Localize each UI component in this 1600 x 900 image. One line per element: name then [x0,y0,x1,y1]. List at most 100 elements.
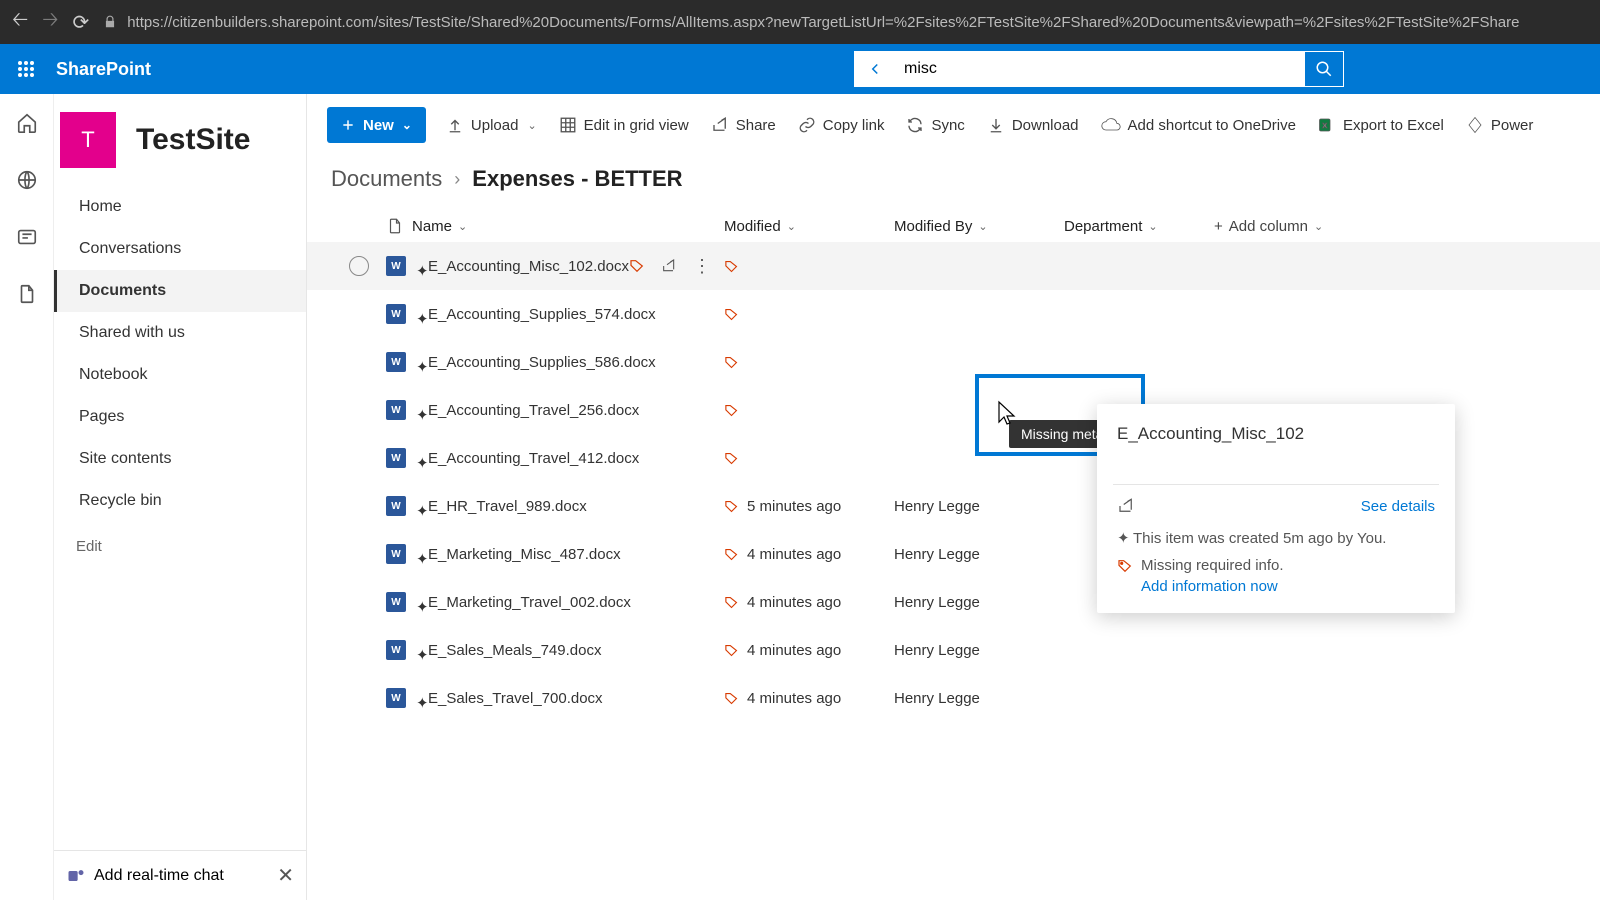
card-title: E_Accounting_Misc_102 [1117,424,1435,444]
file-name[interactable]: E_Accounting_Travel_412.docx [428,450,639,467]
close-icon[interactable]: ✕ [277,863,294,888]
modified-cell: 4 minutes ago [747,642,841,659]
nav-edit[interactable]: Edit [54,526,306,567]
site-title[interactable]: TestSite [136,123,250,157]
column-modified[interactable]: Modified⌄ [724,218,894,235]
onedrive-shortcut-button[interactable]: Add shortcut to OneDrive [1099,111,1298,140]
file-name[interactable]: E_Marketing_Travel_002.docx [428,594,631,611]
download-icon [987,116,1005,134]
modified-by-cell: Henry Legge [894,690,1064,707]
word-doc-icon: W [386,544,406,564]
new-indicator-icon: ✦ [416,646,424,654]
news-icon[interactable] [16,226,38,253]
search-back-icon[interactable] [854,51,894,87]
chat-prompt[interactable]: Add real-time chat ✕ [54,850,306,900]
more-icon[interactable]: ⋮ [693,256,713,277]
files-icon[interactable] [16,283,38,310]
left-sidebar: T TestSite Home Conversations Documents … [54,94,307,900]
app-launcher-icon[interactable] [6,49,46,89]
see-details-link[interactable]: See details [1361,498,1435,515]
column-department[interactable]: Department⌄ [1064,218,1214,235]
word-doc-icon: W [386,640,406,660]
nav-notebook[interactable]: Notebook [54,354,306,396]
nav-recycle-bin[interactable]: Recycle bin [54,480,306,522]
file-name[interactable]: E_Sales_Travel_700.docx [428,690,603,707]
search-input[interactable] [894,51,1304,87]
word-doc-icon: W [386,400,406,420]
file-icon [386,216,404,236]
nav-site-contents[interactable]: Site contents [54,438,306,480]
nav-reload-icon[interactable]: ⟳ [72,10,89,35]
new-button[interactable]: New⌄ [327,107,426,143]
link-icon [798,116,816,134]
select-circle[interactable] [349,256,369,276]
column-headers: Name⌄ Modified⌄ Modified By⌄ Department⌄… [307,198,1600,242]
main-content: New⌄ Upload⌄ Edit in grid view Share Cop… [307,94,1600,900]
lock-icon [103,15,117,29]
sync-button[interactable]: Sync [904,110,966,140]
export-excel-button[interactable]: XExport to Excel [1316,110,1446,140]
table-row[interactable]: W✦E_Sales_Meals_749.docx4 minutes agoHen… [307,626,1600,674]
plus-icon [341,118,355,132]
site-header: T TestSite [54,94,306,178]
modified-by-cell: Henry Legge [894,498,1064,515]
nav-forward-icon[interactable]: 🡢 [42,5,58,39]
tag-warning-icon[interactable] [629,258,645,274]
breadcrumb-root[interactable]: Documents [331,166,442,192]
upload-button[interactable]: Upload⌄ [444,110,539,140]
file-name[interactable]: E_Accounting_Supplies_574.docx [428,306,656,323]
chevron-down-icon: ⌄ [402,118,412,132]
new-indicator-icon: ✦ [416,598,424,606]
address-bar[interactable]: https://citizenbuilders.sharepoint.com/s… [103,14,1588,31]
table-row[interactable]: W✦E_Accounting_Misc_102.docx⋮ [307,242,1600,290]
column-name[interactable]: Name⌄ [412,218,467,235]
globe-icon[interactable] [16,169,38,196]
file-name[interactable]: E_Accounting_Supplies_586.docx [428,354,656,371]
tag-warning-icon [1117,558,1133,574]
nav-conversations[interactable]: Conversations [54,228,306,270]
file-name[interactable]: E_Marketing_Misc_487.docx [428,546,621,563]
power-icon [1466,116,1484,134]
details-hover-card: E_Accounting_Misc_102 See details ✦This … [1097,404,1455,613]
search-button[interactable] [1304,51,1344,87]
share-icon[interactable] [661,258,677,274]
nav-home[interactable]: Home [54,186,306,228]
grid-view-button[interactable]: Edit in grid view [557,110,691,140]
card-missing-info: Missing required info. [1117,557,1435,574]
chevron-down-icon: ⌄ [978,220,987,233]
file-name[interactable]: E_Sales_Meals_749.docx [428,642,601,659]
word-doc-icon: W [386,592,406,612]
word-doc-icon: W [386,304,406,324]
share-icon[interactable] [1117,497,1135,515]
home-icon[interactable] [16,112,38,139]
file-name[interactable]: E_HR_Travel_989.docx [428,498,587,515]
modified-cell: 4 minutes ago [747,546,841,563]
nav-shared[interactable]: Shared with us [54,312,306,354]
browser-chrome: 🡠 🡢 ⟳ https://citizenbuilders.sharepoint… [0,0,1600,44]
tag-warning-icon [724,691,739,706]
download-button[interactable]: Download [985,110,1081,140]
column-modified-by[interactable]: Modified By⌄ [894,218,1064,235]
word-doc-icon: W [386,352,406,372]
nav-pages[interactable]: Pages [54,396,306,438]
table-row[interactable]: W✦E_Accounting_Supplies_586.docx [307,338,1600,386]
new-indicator-icon: ✦ [416,694,424,702]
copy-link-button[interactable]: Copy link [796,110,887,140]
power-button[interactable]: Power [1464,110,1536,140]
share-icon [711,116,729,134]
share-button[interactable]: Share [709,110,778,140]
file-name[interactable]: E_Accounting_Travel_256.docx [428,402,639,419]
nav-documents[interactable]: Documents [54,270,306,312]
file-name[interactable]: E_Accounting_Misc_102.docx [428,258,629,275]
table-row[interactable]: W✦E_Accounting_Supplies_574.docx [307,290,1600,338]
table-row[interactable]: W✦E_Sales_Travel_700.docx4 minutes agoHe… [307,674,1600,722]
tag-warning-icon [724,595,739,610]
site-logo[interactable]: T [60,112,116,168]
chevron-down-icon: ⌄ [527,119,536,132]
suite-brand[interactable]: SharePoint [56,59,151,80]
add-column-button[interactable]: + Add column⌄ [1214,218,1323,235]
chat-prompt-label: Add real-time chat [94,867,224,885]
add-info-link[interactable]: Add information now [1141,578,1435,595]
teams-icon [66,866,86,886]
nav-back-icon[interactable]: 🡠 [12,5,28,39]
